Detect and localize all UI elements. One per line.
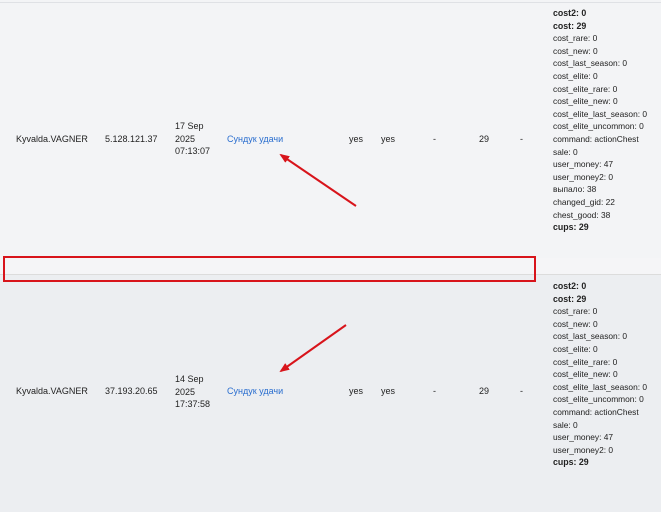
number-cell: 29 bbox=[479, 386, 490, 396]
user-cell: Kyvalda.VAGNER bbox=[16, 386, 88, 396]
date-day: 14 Sep bbox=[175, 374, 204, 384]
detail-line: cost_elite_last_season: 0 bbox=[553, 108, 648, 119]
action-link[interactable]: Сундук удачи bbox=[227, 386, 283, 397]
detail-line: cost_rare: 0 bbox=[553, 33, 598, 44]
dash-cell: - bbox=[520, 134, 523, 144]
number-cell: 29 bbox=[479, 134, 490, 144]
yes-cell: yes bbox=[381, 386, 396, 396]
detail-line: command: actionChest bbox=[553, 406, 639, 417]
ip-cell: 37.193.20.65 bbox=[105, 386, 158, 396]
detail-line: cost_elite_uncommon: 0 bbox=[553, 121, 644, 132]
dash-cell: - bbox=[433, 386, 436, 396]
detail-line: cups: 29 bbox=[553, 222, 589, 233]
row-divider bbox=[0, 2, 661, 3]
detail-line: cost: 29 bbox=[553, 20, 587, 31]
dash-cell: - bbox=[433, 134, 436, 144]
date-time: 07:13:07 bbox=[175, 146, 211, 156]
date-time: 17:37:58 bbox=[175, 399, 211, 409]
detail-line: command: actionChest bbox=[553, 133, 639, 144]
detail-line: changed_gid: 22 bbox=[553, 196, 615, 207]
detail-line: cost_new: 0 bbox=[553, 318, 598, 329]
table-row: Kyvalda.VAGNER 37.193.20.65 14 Sep 2025 … bbox=[0, 275, 661, 512]
date-cell: 17 Sep 2025 07:13:07 bbox=[175, 120, 210, 158]
details-list: cost2: 0 cost: 29 cost_rare: 0 cost_new:… bbox=[553, 7, 661, 234]
date-year: 2025 bbox=[175, 386, 196, 397]
detail-line: cost_elite: 0 bbox=[553, 343, 598, 354]
yes-cell: yes bbox=[381, 134, 396, 144]
detail-line: cost2: 0 bbox=[553, 8, 587, 18]
detail-line: cost_elite_rare: 0 bbox=[553, 83, 618, 94]
detail-line: user_money2: 0 bbox=[553, 444, 614, 455]
detail-line: cost_rare: 0 bbox=[553, 306, 598, 317]
detail-line: cost_last_season: 0 bbox=[553, 58, 628, 69]
detail-line: cost2: 0 bbox=[553, 281, 587, 291]
detail-line: user_money: 47 bbox=[553, 432, 614, 443]
detail-line: cups: 29 bbox=[553, 457, 589, 468]
ip-cell: 5.128.121.37 bbox=[105, 134, 158, 144]
detail-line: cost: 29 bbox=[553, 293, 587, 304]
detail-line: cost_elite_new: 0 bbox=[553, 369, 618, 380]
detail-line: user_money: 47 bbox=[553, 159, 614, 170]
highlight-box bbox=[3, 256, 536, 282]
yes-cell: yes bbox=[349, 134, 364, 144]
detail-line: cost_elite_rare: 0 bbox=[553, 356, 618, 367]
detail-line: cost_last_season: 0 bbox=[553, 331, 628, 342]
detail-line: chest_good: 38 bbox=[553, 209, 611, 220]
yes-cell: yes bbox=[349, 386, 364, 396]
date-cell: 14 Sep 2025 17:37:58 bbox=[175, 373, 210, 411]
date-day: 17 Sep bbox=[175, 121, 204, 131]
detail-line: cost_elite_last_season: 0 bbox=[553, 381, 648, 392]
dash-cell: - bbox=[520, 386, 523, 396]
detail-line: cost_new: 0 bbox=[553, 45, 598, 56]
action-link[interactable]: Сундук удачи bbox=[227, 134, 283, 145]
detail-line: cost_elite_new: 0 bbox=[553, 96, 618, 107]
detail-line: cost_elite_uncommon: 0 bbox=[553, 394, 644, 405]
date-year: 2025 bbox=[175, 133, 196, 144]
detail-line: выпало: 38 bbox=[553, 184, 597, 195]
detail-line: sale: 0 bbox=[553, 146, 578, 157]
detail-line: cost_elite: 0 bbox=[553, 70, 598, 81]
table-row: Kyvalda.VAGNER 5.128.121.37 17 Sep 2025 … bbox=[0, 0, 661, 258]
details-list: cost2: 0 cost: 29 cost_rare: 0 cost_new:… bbox=[553, 280, 661, 469]
detail-line: user_money2: 0 bbox=[553, 171, 614, 182]
detail-line: sale: 0 bbox=[553, 419, 578, 430]
user-cell: Kyvalda.VAGNER bbox=[16, 134, 88, 144]
